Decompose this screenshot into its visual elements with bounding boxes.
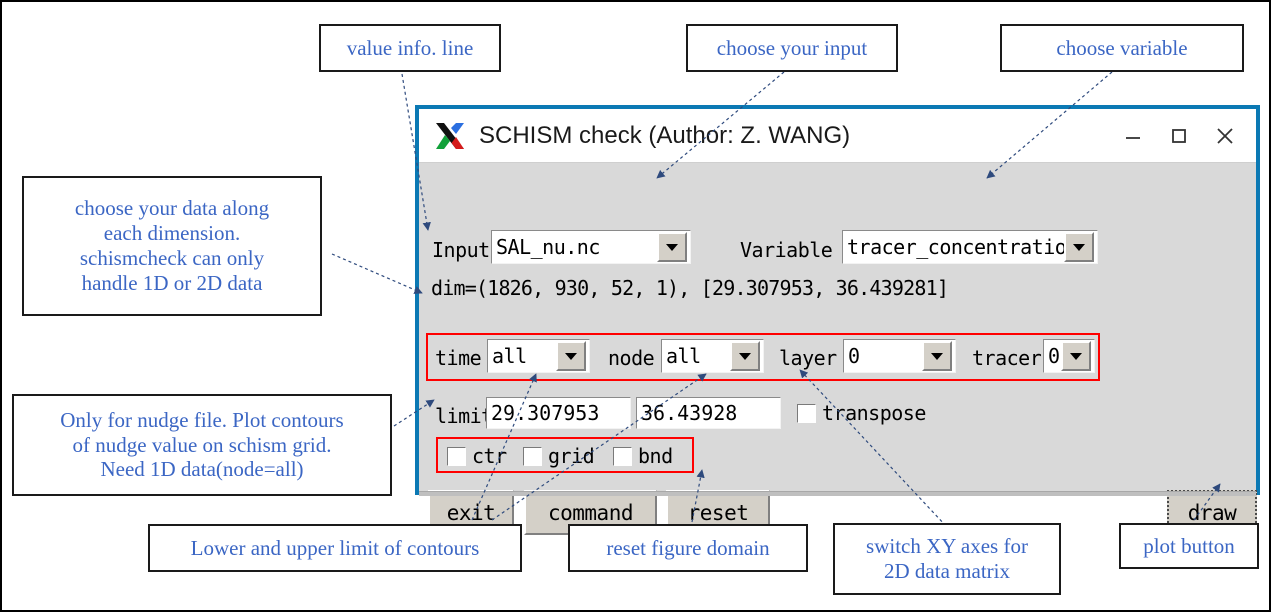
callout-switch-xy: switch XY axes for 2D data matrix (833, 523, 1061, 595)
callout-nudge-line-3: Need 1D data(node=all) (100, 457, 304, 482)
callout-dims-line-2: each dimension. (103, 221, 241, 246)
callout-contour-limits-text: Lower and upper limit of contours (190, 535, 480, 560)
callout-choose-variable-text: choose variable (1056, 35, 1188, 60)
callout-reset-domain: reset figure domain (568, 524, 808, 572)
callout-contour-limits: Lower and upper limit of contours (148, 524, 522, 572)
callout-value-info-text: value info. line (346, 35, 474, 60)
callout-nudge-line-1: Only for nudge file. Plot contours (60, 407, 344, 432)
callout-value-info: value info. line (319, 24, 501, 72)
callout-dims-line-3: schismcheck can only (79, 246, 265, 270)
callout-reset-domain-text: reset figure domain (606, 535, 770, 560)
callout-plot-button: plot button (1119, 523, 1259, 569)
callout-choose-dimensions: choose your data along each dimension. s… (22, 176, 322, 316)
callout-nudge-contours: Only for nudge file. Plot contours of nu… (12, 394, 392, 496)
callout-choose-input-text: choose your input (716, 35, 868, 60)
callout-dims-line-1: choose your data along (74, 196, 270, 221)
callout-switch-xy-line-2: 2D data matrix (884, 559, 1010, 583)
callout-dims-line-4: handle 1D or 2D data (81, 270, 263, 295)
callout-plot-button-text: plot button (1143, 533, 1235, 558)
callout-switch-xy-line-1: switch XY axes for (866, 534, 1028, 559)
callout-choose-input: choose your input (686, 24, 898, 72)
callout-choose-variable: choose variable (1000, 24, 1244, 72)
callout-nudge-line-2: of nudge value on schism grid. (72, 432, 332, 457)
